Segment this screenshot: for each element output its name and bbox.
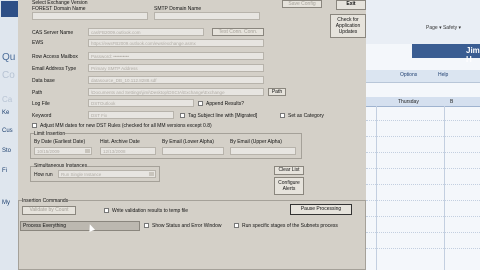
keyword-label: Keyword [32, 113, 52, 119]
calendar-day-next[interactable]: B [450, 99, 453, 105]
cas-server-field[interactable]: cas\FB2009.outlook.com [88, 28, 204, 36]
hist-archive-field[interactable]: 12/13/2008 [100, 147, 156, 155]
email-upper-field[interactable] [230, 147, 296, 155]
log-file-field[interactable]: DSTOutlook [88, 99, 194, 107]
log-file-label: Log File [32, 101, 50, 107]
outlook-user-name: Jimi H [466, 46, 480, 64]
run-specific-label: Run specific stages of the Subnets proce… [242, 223, 338, 229]
check-updates-button[interactable]: Check for Application Updates [330, 14, 366, 38]
calendar-gridline [366, 168, 480, 169]
tag-subject-checkbox[interactable] [180, 113, 185, 118]
email-lower-field[interactable] [162, 147, 224, 155]
calendar-gridline [366, 216, 480, 217]
limit-insertion-group [30, 133, 302, 159]
background-label: My [2, 200, 10, 206]
email-address-type-select[interactable]: Primary SMTP Address [88, 64, 264, 72]
calendar-gridline [366, 232, 480, 233]
process-everything-button[interactable]: Process Everything [20, 221, 140, 231]
adjust-dst-checkbox[interactable] [32, 123, 37, 128]
validate-by-count-button[interactable]: Validate by Count [22, 206, 76, 215]
write-validation-label: Write validation results to temp file [112, 208, 189, 214]
tab-help[interactable]: Help [438, 72, 448, 78]
calendar-gridline [444, 106, 445, 270]
limit-insertion-title: Limit Insertion [34, 131, 66, 137]
ews-label: EWS [32, 40, 44, 46]
outlook-window: Page ▾ Safety ▾ Jimi H Options Help Thur… [366, 0, 480, 270]
clear-list-button[interactable]: Clear List [274, 166, 304, 175]
append-results-label: Append Results? [206, 101, 245, 107]
smtp-domain-field[interactable] [154, 12, 260, 20]
keyword-field[interactable]: DST Fix [88, 111, 174, 119]
calendar-gridline [366, 120, 480, 121]
outlook-ribbon-tabs [366, 70, 480, 83]
row-access-label: Row Access Mailbox [32, 54, 78, 60]
cas-server-label: CAS Server Name [32, 30, 74, 36]
background-label: Ke [2, 110, 10, 116]
calendar-gridline [366, 136, 480, 137]
path-browse-button[interactable]: Path [268, 88, 286, 96]
background-label: Co [2, 70, 15, 81]
exit-button[interactable]: Exit [336, 0, 366, 10]
calendar-gridline [366, 152, 480, 153]
pause-processing-button[interactable]: Pause Processing [290, 204, 352, 215]
background-label: Qu [2, 52, 16, 63]
calendar-day-header [366, 97, 480, 107]
email-upper-label: By Email (Upper Alpha) [230, 139, 282, 145]
adjust-dst-label: Adjust MM dates for new DST Rules (check… [40, 123, 212, 129]
ews-field[interactable]: https://ewsFB2009.outlook.com/ews/exchan… [88, 39, 264, 47]
calendar-gridline [366, 248, 480, 249]
how-run-select[interactable]: Run Single Instance [58, 170, 156, 178]
background-label: Sto [2, 148, 12, 154]
run-specific-checkbox[interactable] [234, 223, 239, 228]
limit-by-date-label: By Date (Earliest Date) [34, 139, 86, 145]
show-status-checkbox[interactable] [144, 223, 149, 228]
database-field[interactable]: datasource_DB_10.112.8288.sdf [88, 76, 264, 84]
tab-options[interactable]: Options [400, 72, 417, 78]
save-config-button[interactable]: Save Config [282, 0, 322, 8]
how-run-label: How run [34, 172, 53, 178]
show-status-label: Show Status and Error Window [152, 223, 222, 229]
email-lower-label: By Email (Lower Alpha) [162, 139, 214, 145]
forest-domain-field[interactable] [32, 12, 148, 20]
calendar-gridline [366, 184, 480, 185]
path-label: Path [32, 90, 43, 96]
outlook-toolbar-text[interactable]: Page ▾ Safety ▾ [426, 25, 461, 31]
limit-by-date-field[interactable]: 10/15/2009 [34, 147, 92, 155]
calendar-day-thursday[interactable]: Thursday [398, 99, 419, 105]
background-label: Ca [2, 95, 13, 104]
set-category-label: Set as Category [288, 113, 324, 119]
append-results-checkbox[interactable] [198, 101, 203, 106]
path-field[interactable]: \Documents and Settings\jimi\Desktop\DSC… [88, 88, 264, 96]
outlook-toolbar-area [366, 0, 480, 44]
hist-archive-label: Hist. Archive Date [100, 139, 140, 145]
chevron-down-icon[interactable] [85, 149, 90, 153]
database-label: Data base [32, 78, 55, 84]
email-address-type-label: Email Address Type [32, 66, 77, 72]
calendar-gridline [376, 106, 377, 270]
simultaneous-title: Simultaneous Instances [34, 163, 88, 169]
row-access-field[interactable]: Password: •••••••••• [88, 52, 264, 60]
chevron-down-icon[interactable] [149, 172, 154, 176]
set-category-checkbox[interactable] [280, 113, 285, 118]
migration-dialog: Select Exchange Version FOREST Domain Na… [18, 0, 366, 270]
calendar-gridline [366, 200, 480, 201]
background-label: Cus [2, 128, 13, 134]
background-label: Fi [2, 168, 7, 174]
write-validation-checkbox[interactable] [104, 208, 109, 213]
configure-alerts-button[interactable]: Configure Alerts [274, 177, 304, 195]
insertion-commands-title: Insertion Commands [22, 198, 69, 204]
test-connection-button[interactable]: Test Conn. Conn. [212, 28, 264, 36]
tag-subject-label: Tag Subject line with [Migrated] [188, 113, 258, 119]
